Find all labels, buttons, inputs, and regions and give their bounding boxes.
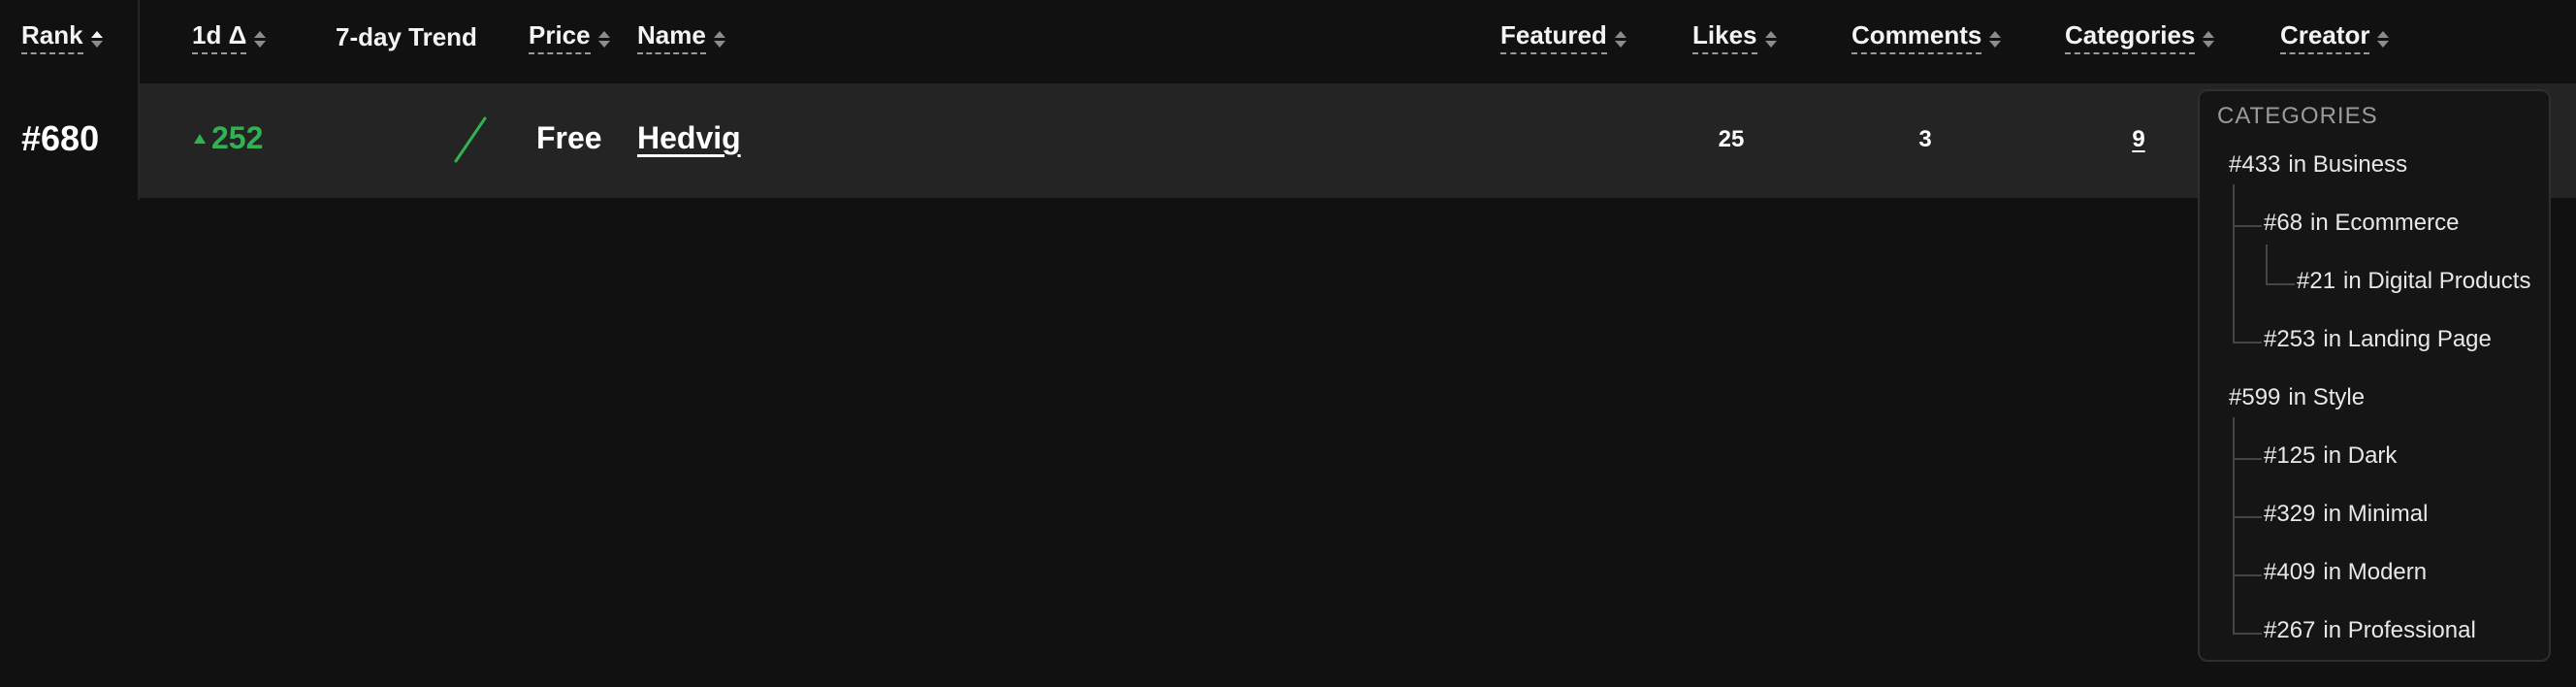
row-comments: 3 (1918, 126, 1932, 152)
name-header[interactable]: Name (637, 19, 725, 54)
category-item[interactable]: #267 in Professional (2264, 617, 2476, 644)
tree-connector (2233, 417, 2235, 633)
sort-icon (1614, 30, 1626, 48)
trend-sparkline (452, 114, 491, 170)
category-item[interactable]: #125 in Dark (2264, 442, 2397, 470)
tree-connector (2266, 245, 2268, 285)
creator-header-label: Creator (2280, 20, 2370, 54)
row-categories-count[interactable]: 9 (2114, 126, 2163, 153)
sort-icon (1764, 30, 1777, 48)
category-item[interactable]: #433 in Business (2229, 151, 2407, 179)
trend-header-label: 7-day Trend (336, 21, 477, 51)
category-item[interactable]: #68 in Ecommerce (2264, 210, 2459, 237)
sort-icon (1989, 30, 2002, 48)
row-delta: 252 (194, 120, 263, 156)
name-header-label: Name (637, 20, 706, 54)
row-rank: #680 (21, 118, 100, 158)
likes-header-label: Likes (1692, 20, 1757, 54)
categories-popover-title: CATEGORIES (2217, 103, 2378, 129)
sort-icon (713, 30, 725, 48)
tree-connector (2233, 342, 2262, 344)
delta-header[interactable]: 1d Δ (192, 19, 267, 54)
sparkline-line (454, 116, 487, 163)
row-name-link[interactable]: Hedvig (637, 120, 741, 156)
comments-header-label: Comments (1852, 20, 1982, 54)
tree-connector (2233, 574, 2262, 576)
categories-popover: CATEGORIES #433 in Business #68 in Ecommer… (2198, 89, 2551, 662)
tree-connector (2233, 274, 2235, 344)
category-item[interactable]: #409 in Modern (2264, 559, 2427, 586)
sort-icon (2377, 30, 2390, 48)
featured-header[interactable]: Featured (1500, 19, 1626, 54)
sparkline-chart (454, 116, 487, 163)
delta-header-label: 1d Δ (192, 20, 247, 54)
tree-connector (2266, 283, 2295, 285)
likes-header[interactable]: Likes (1692, 19, 1777, 54)
rank-header[interactable]: Rank (21, 19, 103, 54)
category-item[interactable]: #253 in Landing Page (2264, 326, 2492, 353)
category-item[interactable]: #21 in Digital Products (2297, 268, 2530, 295)
table-header: Rank 1d Δ 7-day Trend Price Name Feature… (0, 0, 2576, 82)
tree-connector (2233, 225, 2262, 227)
sort-icon (2203, 30, 2215, 48)
category-item[interactable]: #599 in Style (2229, 384, 2365, 411)
tree-connector (2233, 516, 2262, 518)
rank-header-label: Rank (21, 20, 83, 54)
tree-connector (2233, 633, 2262, 635)
tree-connector (2233, 458, 2262, 460)
sort-icon (597, 30, 610, 48)
row-price: Free (536, 120, 602, 155)
comments-header[interactable]: Comments (1852, 19, 2002, 54)
trend-header: 7-day Trend (336, 19, 477, 54)
categories-header[interactable]: Categories (2065, 19, 2215, 54)
up-arrow-icon (194, 133, 206, 144)
categories-header-label: Categories (2065, 20, 2196, 54)
category-item[interactable]: #329 in Minimal (2264, 501, 2428, 528)
price-header-label: Price (529, 20, 591, 54)
price-header[interactable]: Price (529, 19, 610, 54)
featured-header-label: Featured (1500, 20, 1607, 54)
sort-icon (254, 30, 267, 48)
tree-connector (2233, 184, 2235, 274)
sort-asc-icon (90, 30, 103, 48)
row-likes: 25 (1718, 126, 1745, 152)
row-delta-value: 252 (211, 120, 264, 155)
creator-header[interactable]: Creator (2280, 19, 2390, 54)
